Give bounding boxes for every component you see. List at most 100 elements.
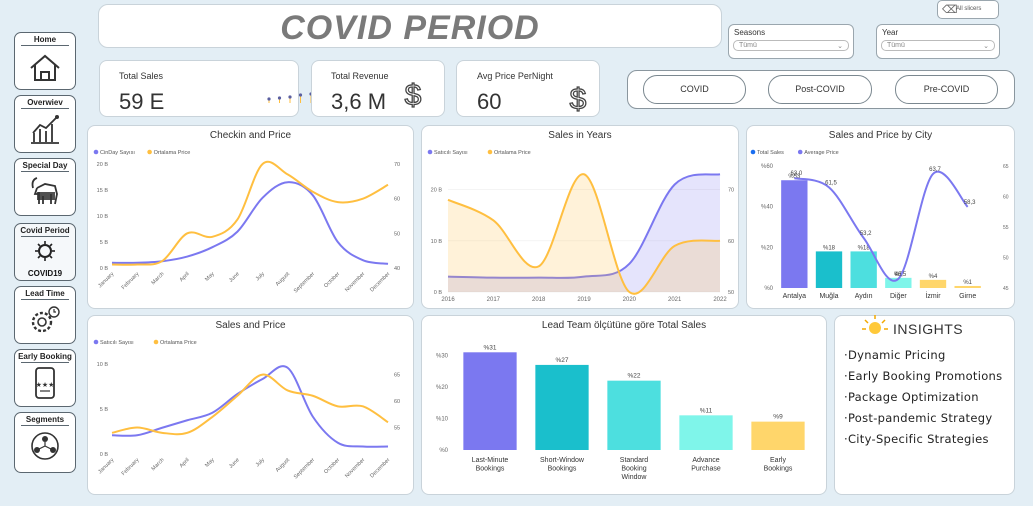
year-value: Tümü (887, 42, 905, 49)
y-tick-label: %10 (436, 416, 449, 422)
chart-title: Sales and Price (215, 320, 286, 331)
chevron-down-icon: ⌄ (983, 43, 989, 50)
seasons-slicer-label: Seasons (734, 28, 766, 37)
bar-value-label: %18 (823, 245, 836, 251)
legend-marker (93, 339, 99, 345)
x-tick-label: Standard Booking Window (620, 457, 649, 481)
clear-slicers-button[interactable]: ⌫ All slicers (937, 0, 999, 19)
kpi-label: Avg Price PerNight (477, 71, 553, 81)
line-value-label: 46,5 (894, 272, 906, 278)
x-tick-label: March (151, 271, 166, 286)
phone-rating-icon: ★★★ (35, 367, 55, 399)
x-tick-label: October (323, 271, 341, 289)
nav-label: Overwiev (27, 98, 63, 107)
insight-text: Early Booking Promotions (847, 369, 1003, 383)
x-tick-label: November (344, 271, 366, 293)
y-tick-label: %20 (761, 245, 774, 251)
nav-overwiev-button[interactable]: Overwiev (14, 95, 76, 153)
post-covid-button[interactable]: Post-COVID (768, 75, 872, 104)
line-value-label: 63,0 (790, 171, 802, 177)
y-tick-label: %20 (436, 385, 449, 391)
dollar-icon: $ (569, 82, 587, 113)
series-line-2 (111, 373, 389, 436)
city-chart: Sales and Price by City Total Sales Avera… (746, 125, 1015, 309)
bar-2 (815, 251, 843, 288)
x-tick-label: May (204, 271, 216, 283)
x-tick-label: December (369, 271, 391, 293)
x-tick-label: 2016 (441, 297, 455, 303)
y2-tick-label: 65 (394, 373, 400, 379)
y-tick-label: 10 B (431, 239, 443, 245)
nav-home-button[interactable]: Home (14, 32, 76, 90)
insights-panel: INSIGHTS ·Dynamic Pricing ·Early Booking … (834, 315, 1015, 495)
x-tick-label: September (293, 457, 316, 480)
bar-1 (781, 180, 808, 288)
x-tick-label: January (97, 271, 115, 289)
insight-item: ·Post-pandemic Strategy (844, 411, 1002, 425)
y-tick-label: 20 B (431, 188, 443, 194)
insight-text: Post-pandemic Strategy (847, 411, 993, 425)
y2-tick-label: 50 (728, 290, 734, 296)
home-icon (30, 54, 60, 81)
y2-tick-label: 65 (1003, 164, 1009, 170)
sales-price-chart: Sales and Price Satıcılı Sayısı Ortalama … (87, 315, 414, 495)
nav-segments-button[interactable]: Segments (14, 412, 76, 473)
y2-tick-label: 45 (1003, 286, 1009, 292)
kpi-label: Total Revenue (331, 71, 389, 81)
y-tick-label: 5 B (100, 240, 109, 246)
legend-marker (797, 149, 803, 155)
insight-item: ·Dynamic Pricing (844, 348, 1002, 362)
nav-label: Covid Period (20, 226, 70, 235)
legend-label: Average Price (804, 150, 838, 156)
bar-5 (751, 421, 805, 450)
nav-lead-time-button[interactable]: Lead Time (14, 286, 76, 344)
legend-marker (153, 339, 159, 345)
bar-value-label: %9 (773, 414, 783, 421)
pre-covid-button[interactable]: Pre-COVID (895, 75, 998, 104)
y-tick-label: %60 (761, 164, 774, 170)
nav-special-day-button[interactable]: Special Day (14, 158, 76, 216)
bar-value-label: %27 (555, 357, 568, 364)
insights-title: INSIGHTS (893, 321, 964, 337)
year-dropdown[interactable]: Tümü ⌄ (881, 40, 995, 51)
x-tick-label: 2020 (623, 297, 637, 303)
covid-button[interactable]: COVID (643, 75, 746, 104)
nav-early-booking-button[interactable]: Early Booking ★★★ (14, 349, 76, 407)
nav-covid-period-button[interactable]: Covid Period COVID19 (14, 223, 76, 281)
x-tick-label: February (121, 457, 141, 477)
kpi-value: 60 (477, 89, 502, 114)
seasons-slicer[interactable]: Seasons Tümü ⌄ (728, 24, 854, 59)
bar-value-label: %4 (929, 274, 938, 280)
bar-1 (463, 352, 517, 450)
sales-price-plot: Satıcılı Sayısı Ortalama Price 0 B 5 B 10 B 5… (93, 339, 400, 480)
x-tick-label: 2022 (713, 297, 727, 303)
x-tick-label: Advance Purchase (691, 457, 721, 473)
insight-text: Package Optimization (847, 390, 979, 404)
sun-idea-icon (862, 315, 888, 334)
nav-label: Special Day (22, 161, 68, 170)
spark-dot (288, 95, 292, 99)
kpi-label: Total Sales (119, 71, 164, 81)
chart-title: Sales and Price by City (828, 130, 933, 141)
x-tick-label: March (151, 457, 166, 472)
svg-text:★★★: ★★★ (36, 381, 55, 389)
x-tick-label: February (121, 271, 141, 291)
year-slicer[interactable]: Year Tümü ⌄ (876, 24, 1000, 59)
x-tick-label: June (228, 271, 241, 284)
kpi-avg-price: Avg Price PerNight 60 $ (456, 60, 600, 117)
x-tick-label: Diğer (890, 293, 907, 300)
sales-years-chart: Sales in Years Satıcılı Sayısı Ortalama P… (421, 125, 739, 309)
nav-label: Lead Time (25, 289, 65, 298)
x-tick-label: October (323, 457, 341, 475)
y2-tick-label: 50 (1003, 256, 1009, 262)
x-tick-label: May (204, 457, 216, 469)
svg-text:$: $ (570, 83, 587, 113)
y-tick-label: %0 (764, 286, 773, 292)
line-value-label: 53,2 (860, 231, 872, 237)
legend-marker (93, 149, 99, 155)
line-value-label: 61,5 (825, 180, 837, 186)
gear-clock-icon (31, 306, 60, 333)
seasons-dropdown[interactable]: Tümü ⌄ (733, 40, 849, 51)
x-tick-label: June (228, 457, 241, 470)
legend-marker (750, 149, 756, 155)
